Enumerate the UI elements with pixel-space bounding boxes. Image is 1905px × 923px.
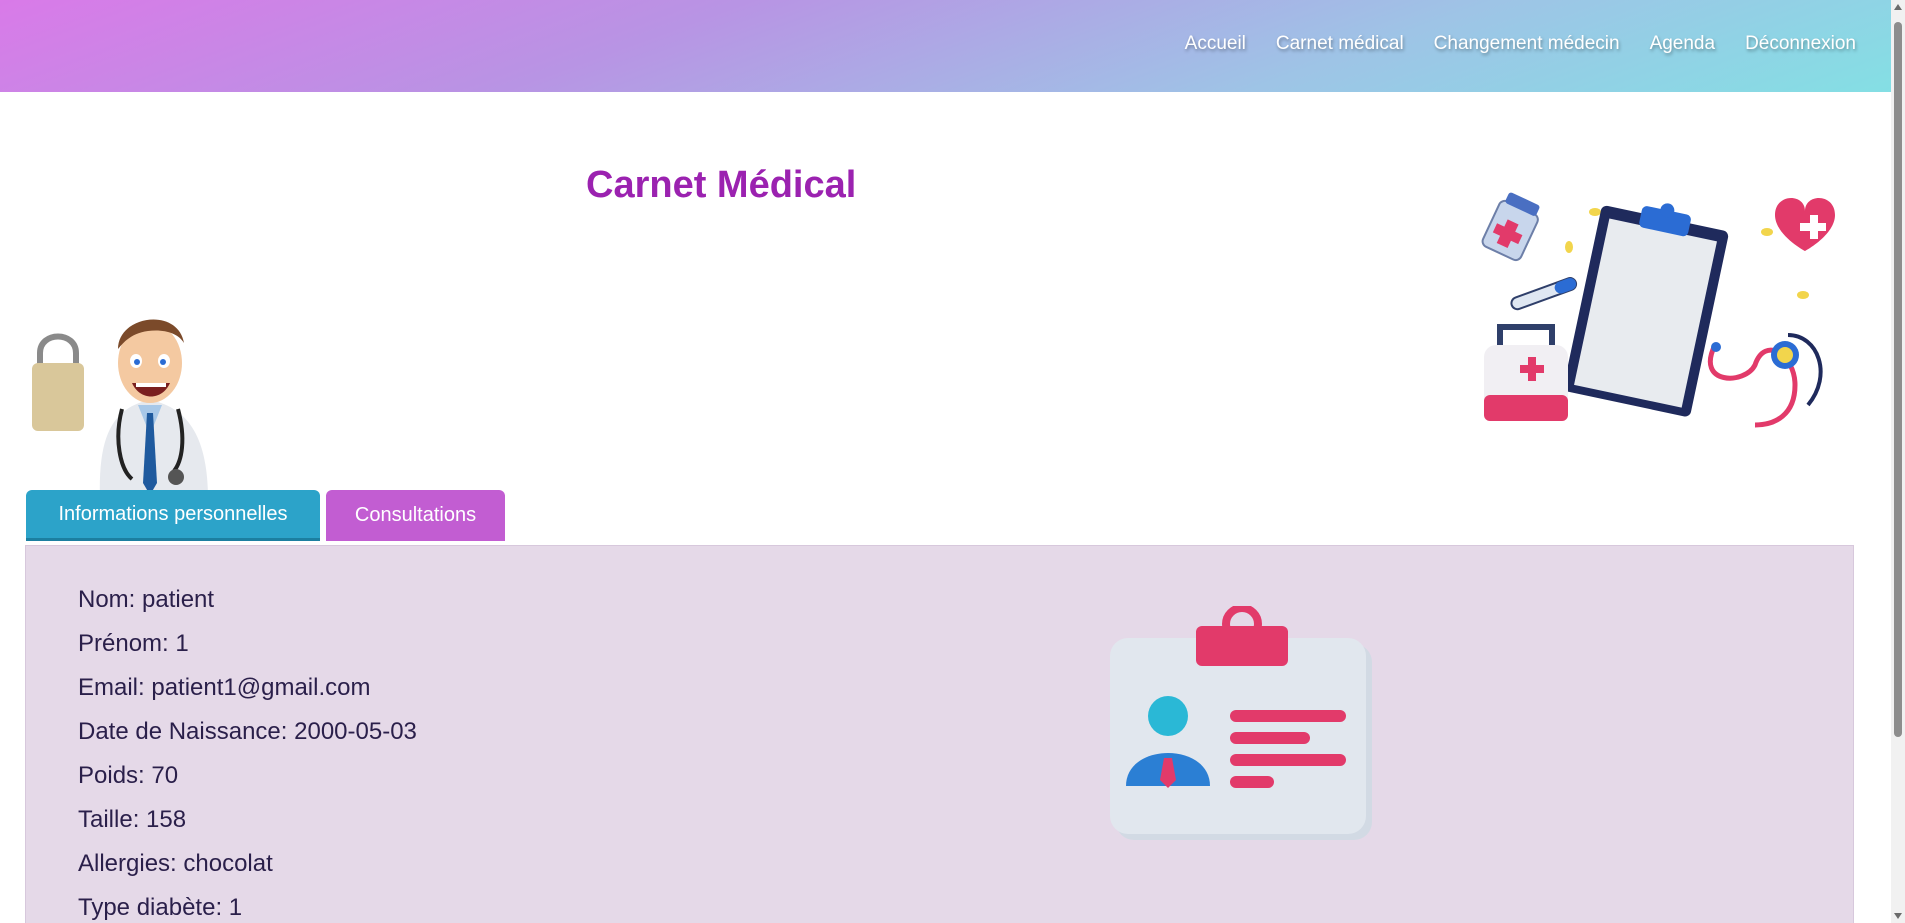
nav-carnet-medical[interactable]: Carnet médical: [1276, 33, 1404, 55]
info-nom: Nom: patient: [78, 586, 215, 613]
medical-items-illustration: [1481, 192, 1835, 428]
info-allergies: Allergies: chocolat: [78, 850, 273, 877]
scroll-down-arrow-icon[interactable]: [1894, 913, 1902, 919]
info-email: Email: patient1@gmail.com: [78, 674, 371, 701]
tab-informations-label: Informations personnelles: [58, 502, 288, 525]
id-card-icon: [1110, 606, 1372, 840]
vertical-scrollbar[interactable]: [1891, 0, 1905, 923]
nav-accueil[interactable]: Accueil: [1185, 33, 1246, 55]
nav-agenda[interactable]: Agenda: [1650, 33, 1716, 55]
patient-info-panel: Nom: patient Prénom: 1 Email: patient1@g…: [25, 545, 1854, 923]
info-poids: Poids: 70: [78, 762, 179, 789]
patient-info-list: Nom: patient Prénom: 1 Email: patient1@g…: [78, 586, 417, 923]
tab-informations-personnelles[interactable]: Informations personnelles: [26, 490, 320, 541]
top-navbar: Accueil Carnet médical Changement médeci…: [0, 0, 1891, 92]
page-title: Carnet Médical: [586, 164, 857, 206]
info-taille: Taille: 158: [78, 806, 187, 833]
nav-changement-medecin[interactable]: Changement médecin: [1434, 33, 1620, 55]
page: Accueil Carnet médical Changement médeci…: [0, 0, 1905, 923]
nav-deconnexion[interactable]: Déconnexion: [1745, 33, 1856, 55]
scroll-thumb[interactable]: [1894, 22, 1902, 737]
scroll-up-arrow-icon[interactable]: [1894, 4, 1902, 10]
doctor-illustration: [32, 319, 216, 513]
info-prenom: Prénom: 1: [78, 630, 189, 657]
nav-menu: Accueil Carnet médical Changement médeci…: [1185, 33, 1856, 55]
info-date-naissance: Date de Naissance: 2000-05-03: [78, 718, 417, 745]
tab-consultations[interactable]: Consultations: [326, 490, 505, 541]
tab-consultations-label: Consultations: [354, 504, 477, 526]
info-type-diabete: Type diabète: 1: [78, 894, 243, 921]
